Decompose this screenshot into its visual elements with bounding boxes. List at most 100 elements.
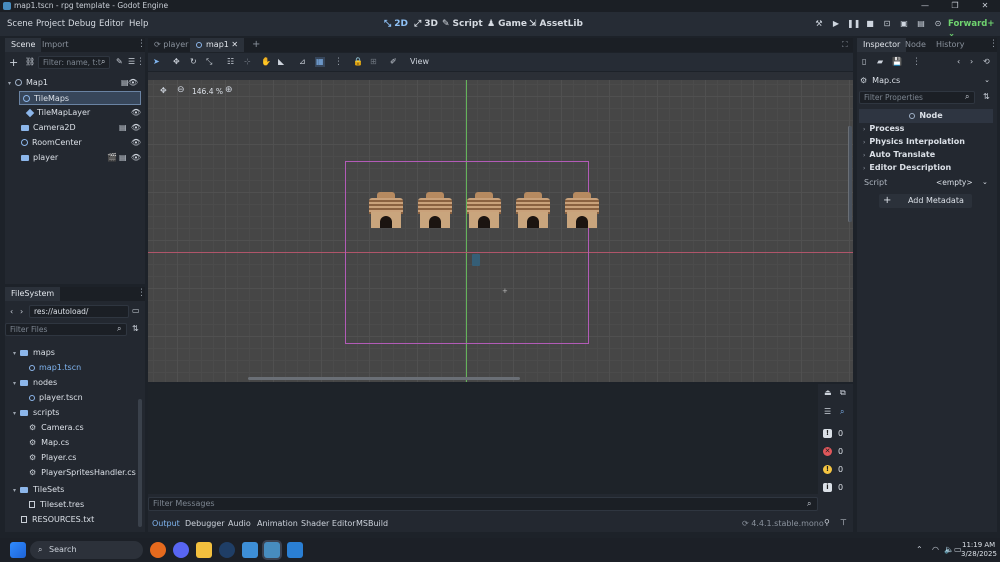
filter-options-icon[interactable]: ☰ [128, 58, 135, 66]
taskbar-search[interactable]: ⌕ Search [30, 541, 143, 559]
menu-editor[interactable]: Editor [99, 19, 124, 29]
dock-menu-icon[interactable]: ⋮ [989, 40, 998, 49]
scene-tab-player[interactable]: ⟳ player [148, 38, 194, 52]
file-map-cs[interactable]: ⚙ Map.cs [29, 435, 69, 450]
clock-date[interactable]: 3/28/2025 [961, 550, 997, 558]
folder-maps[interactable]: ▾ maps [13, 345, 55, 360]
filesystem-scrollbar[interactable] [138, 399, 142, 527]
play-icon[interactable]: ▶ [830, 18, 842, 30]
smart-snap-icon[interactable]: ⊿ [299, 58, 306, 66]
close-tab-icon[interactable]: ✕ [231, 40, 238, 49]
maximize-icon[interactable]: ❐ [940, 0, 970, 12]
new-tab-icon[interactable]: + [246, 38, 266, 52]
snap-options-icon[interactable]: ⋮ [334, 58, 343, 67]
filter-errors-all[interactable]: ! 0 [820, 427, 852, 441]
section-physics-interpolation[interactable]: › Physics Interpolation [863, 137, 965, 146]
godot-taskbar-icon[interactable] [264, 542, 280, 558]
vscode-icon[interactable] [287, 542, 303, 558]
workspace-script[interactable]: ✎ Script [442, 19, 483, 29]
grid-snap-icon[interactable]: ▦ [315, 57, 325, 67]
visibility-eye-icon[interactable]: 👁 [131, 136, 141, 150]
viewport-h-scrollbar[interactable] [248, 377, 520, 380]
pan-tool-icon[interactable]: ✋ [261, 58, 271, 66]
file-explorer-icon[interactable] [196, 542, 212, 558]
visibility-eye-icon[interactable]: 👁 [131, 106, 141, 120]
tree-node-roomcenter[interactable]: RoomCenter 👁 [21, 136, 145, 150]
section-auto-translate[interactable]: › Auto Translate [863, 150, 935, 159]
file-player-tscn[interactable]: player.tscn [29, 390, 83, 405]
folder-tilesets[interactable]: ▾ TileSets [13, 482, 64, 497]
section-editor-description[interactable]: › Editor Description [863, 163, 951, 172]
copy-output-icon[interactable]: ⧉ [840, 389, 846, 397]
file-tileset-tres[interactable]: Tileset.tres [29, 497, 84, 512]
bones-icon[interactable]: ✐ [390, 58, 397, 66]
file-filter-input[interactable]: Filter Files [5, 323, 127, 336]
pin-icon[interactable]: ⚲ [824, 519, 830, 527]
filter-properties-input[interactable]: Filter Properties [859, 91, 975, 104]
object-history-icon[interactable]: ⟲ [983, 58, 990, 66]
dock-menu-icon[interactable]: ⋮ [137, 40, 146, 49]
workspace-2d[interactable]: ⤡ 2D [384, 19, 408, 29]
clock-time[interactable]: 11:19 AM [962, 541, 995, 549]
canvas-viewport[interactable]: + [148, 80, 853, 382]
play-custom-icon[interactable]: ▤ [915, 18, 927, 30]
path-field[interactable]: res://autoload/ [29, 305, 129, 318]
sort-icon[interactable]: ⇅ [132, 325, 139, 333]
remote-debug-icon[interactable]: ⊡ [881, 18, 893, 30]
tree-node-tilemaplayer[interactable]: TileMapLayer 👁 [25, 106, 145, 120]
view-menu[interactable]: View [410, 58, 429, 66]
bottom-tab-animation[interactable]: Animation [257, 519, 298, 528]
file-player-cs[interactable]: ⚙ Player.cs [29, 450, 76, 465]
firefox-icon[interactable] [150, 542, 166, 558]
zoom-in-icon[interactable]: ⊕ [225, 86, 233, 95]
scale-tool-icon[interactable]: ⤡ [206, 58, 212, 66]
movie-maker-icon[interactable]: ⊙ [932, 18, 944, 30]
script-attached-icon[interactable]: ▤ [119, 121, 127, 135]
tab-filesystem[interactable]: FileSystem [5, 287, 61, 301]
renderer-select[interactable]: Forward+ ⌄ [948, 19, 1000, 39]
discord-icon[interactable] [173, 542, 189, 558]
back-icon[interactable]: ‹ [10, 308, 13, 316]
play-scene-icon[interactable]: ▣ [898, 18, 910, 30]
start-icon[interactable] [10, 542, 26, 558]
open-resource-icon[interactable]: ▰ [877, 58, 883, 66]
attach-script-icon[interactable]: ✎ [116, 58, 123, 66]
workspace-3d[interactable]: ⤢ 3D [414, 19, 438, 29]
bottom-tab-audio[interactable]: Audio [228, 519, 251, 528]
select-tool-icon[interactable]: ➤ [153, 58, 160, 66]
filter-info[interactable]: i0 [820, 481, 852, 495]
list-select-icon[interactable]: ☷ [227, 58, 234, 66]
tree-node-map1[interactable]: ▾ Map1 ▤ 👁 [8, 76, 142, 90]
collapse-icon[interactable]: ▾ [8, 80, 11, 87]
file-map1[interactable]: map1.tscn [29, 360, 81, 375]
tree-node-player[interactable]: player 🎬 ▤ 👁 [21, 151, 145, 165]
tree-node-tilemaps[interactable]: TileMaps [19, 91, 141, 105]
bottom-tab-output[interactable]: Output [152, 519, 180, 528]
lock-icon[interactable]: 🔒 [353, 58, 363, 66]
menu-project[interactable]: Project [36, 19, 65, 29]
menu-scene[interactable]: Scene [7, 19, 33, 29]
file-resources-txt[interactable]: RESOURCES.txt [21, 512, 94, 527]
new-resource-icon[interactable]: ▯ [862, 58, 866, 66]
dock-menu-icon[interactable]: ⋮ [137, 289, 146, 298]
steam-icon[interactable] [219, 542, 235, 558]
script-property-value[interactable]: <empty> [936, 178, 973, 187]
rotate-tool-icon[interactable]: ↻ [190, 58, 197, 66]
filter-messages-input[interactable]: Filter Messages [148, 497, 818, 511]
add-metadata-button[interactable]: + Add Metadata [879, 194, 972, 208]
menu-help[interactable]: Help [129, 19, 148, 29]
distraction-free-icon[interactable]: ⛶ [836, 38, 854, 52]
property-options-icon[interactable]: ⇅ [983, 93, 990, 101]
wifi-icon[interactable]: ◠ [932, 545, 939, 554]
group-icon[interactable]: ⊞ [370, 58, 377, 66]
tree-node-camera2d[interactable]: Camera2D ▤ 👁 [21, 121, 145, 135]
zoom-out-icon[interactable]: ⊖ [177, 86, 185, 95]
menu-debug[interactable]: Debug [68, 19, 96, 29]
tray-chevron-icon[interactable]: ⌃ [916, 545, 923, 554]
workspace-assetlib[interactable]: ⇲ AssetLib [529, 19, 583, 29]
player-sprite[interactable] [472, 254, 480, 266]
notepad-icon[interactable] [242, 542, 258, 558]
hammer-icon[interactable]: ⚒ [813, 18, 825, 30]
save-resource-icon[interactable]: 💾 [892, 58, 902, 66]
script-attached-icon[interactable]: ▤ [119, 151, 127, 165]
